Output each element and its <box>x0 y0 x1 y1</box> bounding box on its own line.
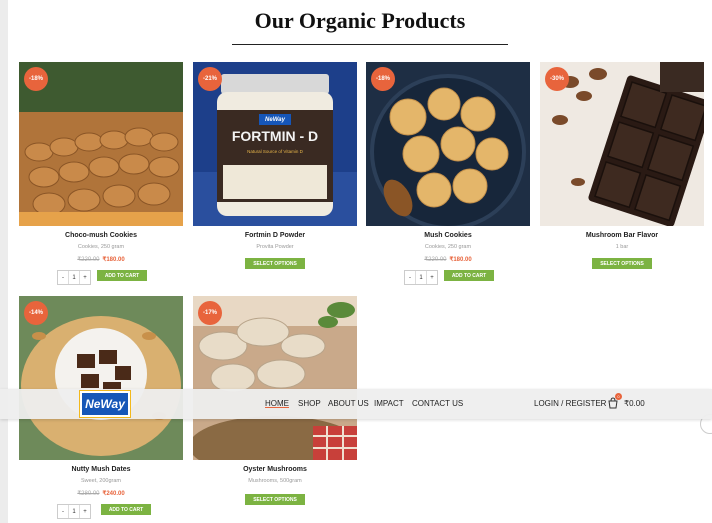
page-title: Our Organic Products <box>254 8 466 33</box>
product-image-mush-cookies[interactable]: -18% <box>366 62 530 226</box>
product-image-oyster-mushrooms[interactable]: -17% <box>193 296 357 460</box>
product-name[interactable]: Mushroom Bar Flavor <box>540 232 704 239</box>
product-meta: Provita Powder <box>256 244 294 250</box>
product-meta: Cookies, 250 gram <box>77 244 125 250</box>
old-price: ₹220.00 <box>424 257 447 263</box>
site-logo[interactable]: NeWay <box>80 391 130 417</box>
sticky-header: NeWay HOME SHOP ABOUT US IMPACT CONTACT … <box>0 389 712 419</box>
product-meta: Mushrooms, 500gram <box>248 478 302 484</box>
nav-item-shop[interactable]: SHOP <box>298 399 321 408</box>
qty-minus-button[interactable]: - <box>405 271 416 284</box>
old-price: ₹220.00 <box>77 257 100 263</box>
qty-value[interactable]: 1 <box>69 505 80 518</box>
qty-plus-button[interactable]: + <box>80 271 90 284</box>
login-register-link[interactable]: LOGIN / REGISTER <box>534 399 606 408</box>
sale-price: ₹180.00 <box>449 257 472 263</box>
product-image-fortmin-d-powder[interactable]: NeWay FORTMIN - D Natural Source of Vita… <box>193 62 357 226</box>
product-image-choco-mush-cookies[interactable]: -18% <box>19 62 183 226</box>
sale-price: ₹240.00 <box>102 491 125 497</box>
quantity-stepper: - 1 + <box>57 504 91 519</box>
select-options-button[interactable]: SELECT OPTIONS <box>592 258 652 269</box>
select-options-button[interactable]: SELECT OPTIONS <box>245 258 305 269</box>
qty-value[interactable]: 1 <box>69 271 80 284</box>
product-name[interactable]: Oyster Mushrooms <box>193 466 357 473</box>
sale-price: ₹180.00 <box>102 257 125 263</box>
discount-badge: -21% <box>198 67 222 91</box>
jar-subtitle-text: Natural Source of Vitamin D <box>247 149 303 154</box>
product-image-mushroom-bar-flavor[interactable]: -30% <box>540 62 704 226</box>
old-price: ₹280.00 <box>77 491 100 497</box>
page: Our Organic Products -18% Choco-mush Coo… <box>8 0 712 523</box>
select-options-button[interactable]: SELECT OPTIONS <box>245 494 305 505</box>
title-underline <box>232 44 508 45</box>
product-price: ₹220.00 ₹180.00 <box>19 256 183 263</box>
nav-item-impact[interactable]: IMPACT <box>374 399 404 408</box>
add-to-cart-button[interactable]: ADD TO CART <box>101 504 151 515</box>
add-to-cart-button[interactable]: ADD TO CART <box>444 270 494 281</box>
product-name[interactable]: Fortmin D Powder <box>193 232 357 239</box>
product-image-nutty-mush-dates[interactable]: -14% <box>19 296 183 460</box>
nav-item-about-us[interactable]: ABOUT US <box>328 399 369 408</box>
add-to-cart-button[interactable]: ADD TO CART <box>97 270 147 281</box>
discount-badge: -18% <box>371 67 395 91</box>
product-name[interactable]: Nutty Mush Dates <box>19 466 183 473</box>
qty-value[interactable]: 1 <box>416 271 427 284</box>
quantity-stepper: - 1 + <box>404 270 438 285</box>
nav-item-contact-us[interactable]: CONTACT US <box>412 399 463 408</box>
discount-badge: -30% <box>545 67 569 91</box>
discount-badge: -17% <box>198 301 222 325</box>
product-meta: Sweet, 200gram <box>80 478 122 484</box>
qty-plus-button[interactable]: + <box>427 271 437 284</box>
product-price: ₹220.00 ₹180.00 <box>366 256 530 263</box>
product-name[interactable]: Choco-mush Cookies <box>19 232 183 239</box>
nav-item-home[interactable]: HOME <box>265 399 289 408</box>
discount-badge: -14% <box>24 301 48 325</box>
qty-minus-button[interactable]: - <box>58 505 69 518</box>
qty-plus-button[interactable]: + <box>80 505 90 518</box>
quantity-stepper: - 1 + <box>57 270 91 285</box>
product-meta: Cookies, 250 gram <box>424 244 472 250</box>
jar-brand-logo: NeWay <box>259 114 291 125</box>
jar-label-text: FORTMIN - D <box>231 128 319 144</box>
discount-badge: -18% <box>24 67 48 91</box>
cart-count-badge: 0 <box>615 393 622 400</box>
product-price: ₹280.00 ₹240.00 <box>19 490 183 497</box>
product-meta: 1 bar <box>615 244 629 250</box>
cart-total[interactable]: ₹0.00 <box>624 399 645 408</box>
qty-minus-button[interactable]: - <box>58 271 69 284</box>
product-name[interactable]: Mush Cookies <box>366 232 530 239</box>
